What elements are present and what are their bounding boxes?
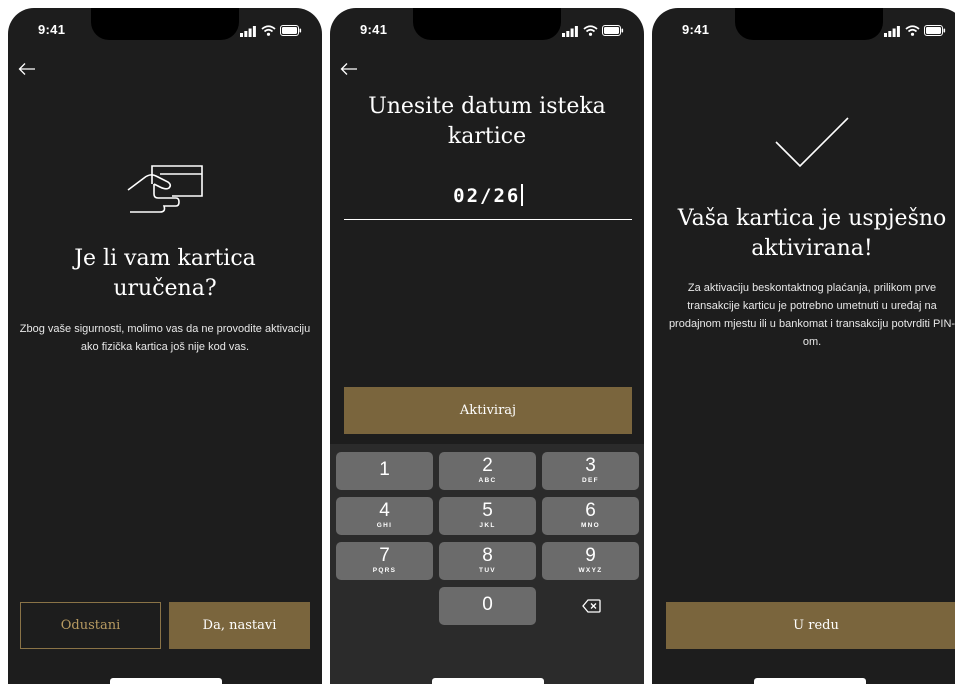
- status-time: 9:41: [38, 22, 66, 37]
- continue-button[interactable]: Da, nastavi: [169, 602, 310, 649]
- signal-icon: [562, 26, 578, 37]
- expiry-date-value: 02/26: [453, 185, 521, 207]
- battery-icon: [280, 25, 302, 36]
- key-digit: 0: [482, 594, 493, 615]
- key-letters: GHI: [376, 522, 393, 529]
- status-icons: [562, 25, 624, 37]
- key-0[interactable]: 0: [439, 587, 536, 625]
- key-letters: PQRS: [372, 567, 397, 574]
- key-digit: 2: [482, 455, 493, 476]
- key-2[interactable]: 2 ABC: [439, 452, 536, 490]
- key-6[interactable]: 6 MNO: [542, 497, 639, 535]
- signal-icon: [884, 26, 900, 37]
- key-letters: TUV: [479, 567, 496, 574]
- screen-description: Za aktivaciju beskontaktnog plaćanja, pr…: [668, 282, 955, 348]
- key-9[interactable]: 9 WXYZ: [542, 542, 639, 580]
- key-digit: 5: [482, 500, 493, 521]
- key-digit: 9: [585, 545, 596, 566]
- wifi-icon: [905, 25, 920, 36]
- notch: [91, 8, 239, 40]
- key-letters: WXYZ: [578, 567, 603, 574]
- key-1[interactable]: 1: [336, 452, 433, 490]
- home-indicator: [432, 678, 544, 684]
- status-icons: [240, 25, 302, 37]
- checkmark-icon: [775, 117, 849, 168]
- notch: [413, 8, 561, 40]
- home-indicator: [110, 678, 222, 684]
- key-7[interactable]: 7 PQRS: [336, 542, 433, 580]
- key-letters: DEF: [582, 477, 599, 484]
- screen-title: Vaša kartica je uspješno aktivirana!: [677, 206, 947, 261]
- phone-screen-expiry-date: 9:41 Unesite datum isteka kartice 02/26 …: [330, 8, 644, 684]
- key-digit: 3: [585, 455, 596, 476]
- screen-description: Zbog vaše sigurnosti, molimo vas da ne p…: [19, 323, 311, 353]
- screen-title: Je li vam kartica uručena?: [74, 246, 256, 301]
- wifi-icon: [261, 25, 276, 36]
- expiry-date-input[interactable]: 02/26: [344, 184, 632, 220]
- screen-title: Unesite datum isteka kartice: [368, 94, 606, 149]
- backspace-icon: [582, 599, 601, 613]
- battery-icon: [924, 25, 946, 36]
- key-digit: 1: [379, 459, 390, 480]
- numeric-keypad: 1 2 ABC 3 DEF 4 GHI 5 JKL 6 MNO 7 PQRS 8…: [330, 444, 644, 684]
- status-time: 9:41: [682, 22, 710, 37]
- key-8[interactable]: 8 TUV: [439, 542, 536, 580]
- home-indicator: [754, 678, 866, 684]
- key-5[interactable]: 5 JKL: [439, 497, 536, 535]
- signal-icon: [240, 26, 256, 37]
- key-3[interactable]: 3 DEF: [542, 452, 639, 490]
- backspace-key[interactable]: [542, 587, 639, 625]
- key-letters: ABC: [478, 477, 497, 484]
- phone-screen-delivery-confirmation: 9:41 Je li vam kartica uručena? Zbog vaš…: [8, 8, 322, 684]
- activate-button[interactable]: Aktiviraj: [344, 387, 632, 434]
- back-arrow-icon[interactable]: [18, 62, 36, 76]
- text-caret: [521, 184, 523, 206]
- key-digit: 7: [379, 545, 390, 566]
- phone-screen-success: 9:41 Vaša kartica je uspješno aktivirana…: [652, 8, 955, 684]
- key-digit: 6: [585, 500, 596, 521]
- notch: [735, 8, 883, 40]
- key-digit: 8: [482, 545, 493, 566]
- wifi-icon: [583, 25, 598, 36]
- cancel-button[interactable]: Odustani: [20, 602, 161, 649]
- status-time: 9:41: [360, 22, 388, 37]
- key-4[interactable]: 4 GHI: [336, 497, 433, 535]
- ok-button[interactable]: U redu: [666, 602, 955, 649]
- hand-card-icon: [127, 165, 203, 213]
- key-letters: JKL: [479, 522, 496, 529]
- status-icons: [884, 25, 946, 37]
- key-digit: 4: [379, 500, 390, 521]
- key-letters: MNO: [580, 522, 601, 529]
- battery-icon: [602, 25, 624, 36]
- back-arrow-icon[interactable]: [340, 62, 358, 76]
